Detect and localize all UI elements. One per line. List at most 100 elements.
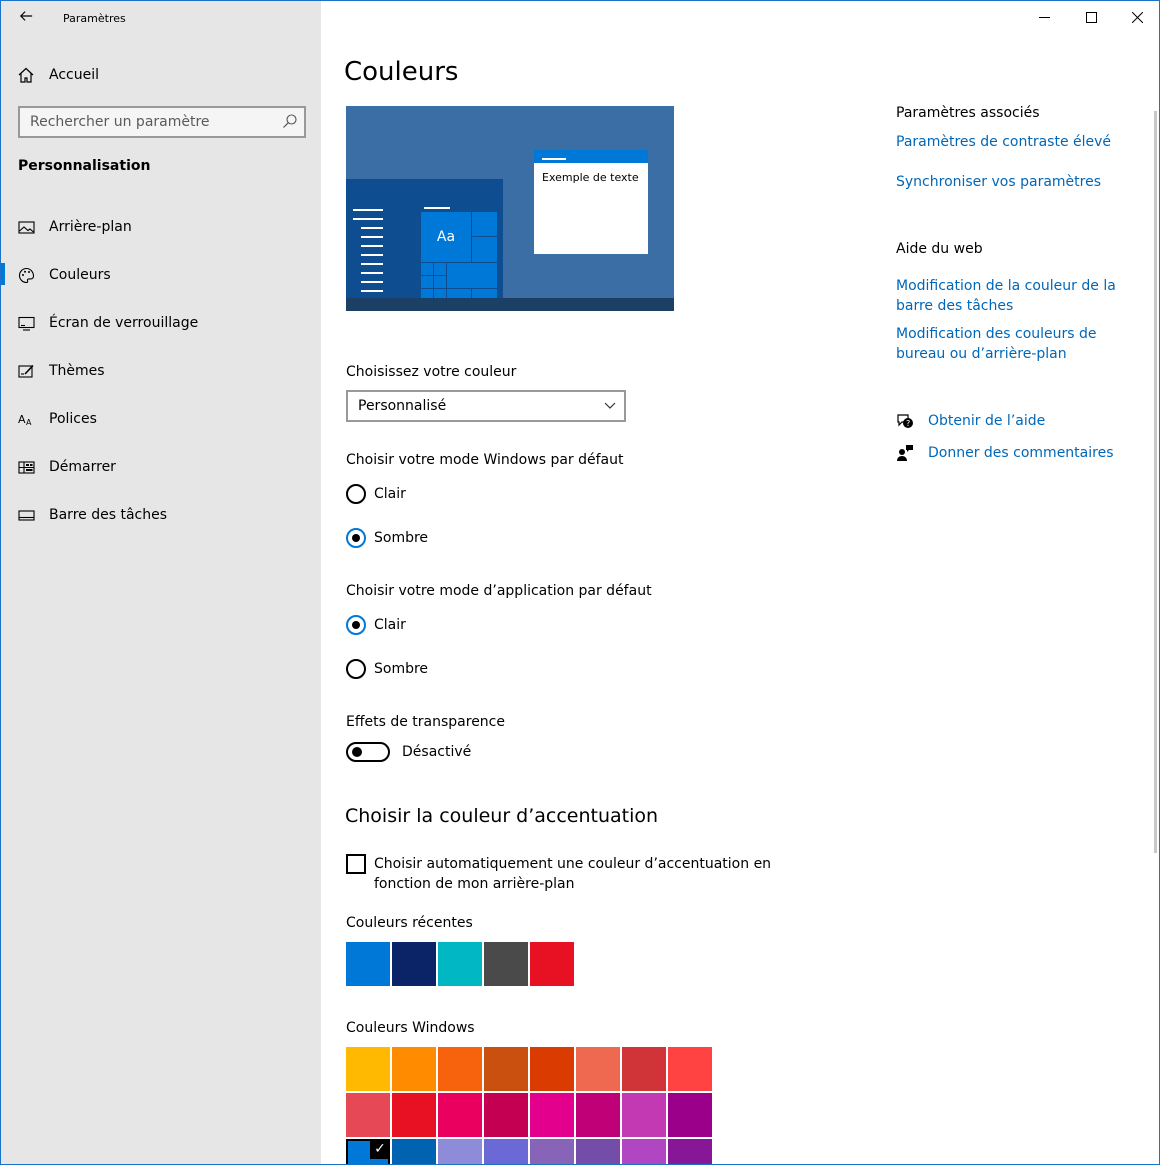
windows-color-swatch[interactable] [438, 1047, 482, 1091]
windows-color-swatch-selected[interactable]: ✓ [346, 1139, 390, 1164]
preview-tile: Aa [421, 212, 471, 262]
recent-color-swatch[interactable] [346, 942, 390, 986]
scrollbar[interactable] [1154, 111, 1157, 853]
windows-color-swatch[interactable] [392, 1139, 436, 1164]
sync-settings-link[interactable]: Synchroniser vos paramètres [896, 172, 1126, 192]
windows-color-swatch[interactable] [346, 1047, 390, 1091]
home-nav-item[interactable]: Accueil [17, 63, 99, 87]
windows-color-swatch[interactable] [484, 1093, 528, 1137]
recent-color-swatch[interactable] [438, 942, 482, 986]
preview-window: Exemple de texte [534, 150, 648, 254]
windows-color-swatch[interactable] [668, 1093, 712, 1137]
windows-color-swatch[interactable] [438, 1139, 482, 1164]
windows-color-swatch[interactable] [576, 1047, 620, 1091]
high-contrast-link[interactable]: Paramètres de contraste élevé [896, 132, 1126, 152]
fonts-icon: AA [18, 413, 32, 427]
desktop-color-help-link[interactable]: Modification des couleurs de bureau ou d… [896, 324, 1126, 364]
settings-window: Paramètres Accueil Personnalisation Arri… [0, 0, 1160, 1165]
radio-circle[interactable] [346, 659, 366, 679]
windows-color-swatch[interactable] [668, 1047, 712, 1091]
radio-circle-selected[interactable] [346, 528, 366, 548]
feedback-link[interactable]: Donner des commentaires [896, 444, 1114, 462]
color-preview: Aa Exemple de texte [346, 106, 674, 311]
sidebar-item-start[interactable]: Démarrer [1, 443, 321, 491]
sidebar-item-label: Barre des tâches [49, 507, 167, 523]
sidebar-item-taskbar[interactable]: Barre des tâches [1, 491, 321, 539]
windows-color-swatch[interactable] [484, 1139, 528, 1164]
windows-color-swatch[interactable] [576, 1093, 620, 1137]
dropdown-value: Personnalisé [358, 398, 447, 414]
windows-color-swatch[interactable] [576, 1139, 620, 1164]
transparency-toggle[interactable] [346, 742, 390, 762]
windows-color-swatch[interactable] [438, 1093, 482, 1137]
themes-icon [18, 364, 34, 378]
get-help-link[interactable]: ? Obtenir de l’aide [896, 412, 1045, 430]
sidebar-item-background[interactable]: Arrière-plan [1, 203, 321, 251]
minimize-icon [1038, 16, 1050, 18]
svg-text:?: ? [906, 419, 910, 428]
sidebar-item-label: Arrière-plan [49, 219, 132, 235]
preview-window-text: Exemple de texte [542, 171, 639, 184]
maximize-icon [1085, 11, 1097, 23]
search-box[interactable] [18, 106, 306, 138]
transparency-label: Effets de transparence [346, 714, 505, 730]
window-title: Paramètres [63, 12, 126, 25]
svg-text:A: A [18, 413, 26, 426]
windows-color-swatch[interactable] [622, 1093, 666, 1137]
app-mode-dark-radio[interactable]: Sombre [346, 659, 428, 679]
recent-colors-label: Couleurs récentes [346, 915, 473, 931]
windows-mode-label: Choisir votre mode Windows par défaut [346, 452, 624, 468]
preview-taskbar [346, 298, 674, 311]
feedback-icon [897, 445, 913, 461]
radio-label: Sombre [374, 530, 429, 546]
back-arrow-icon[interactable] [15, 7, 37, 29]
sidebar-item-fonts[interactable]: AA Polices [1, 395, 321, 443]
auto-accent-label: Choisir automatiquement une couleur d’ac… [374, 856, 772, 892]
search-icon[interactable] [282, 113, 298, 129]
app-mode-label: Choisir votre mode d’application par déf… [346, 583, 652, 599]
checkmark-icon: ✓ [370, 1139, 390, 1159]
sidebar-nav: Arrière-plan Couleurs Écran de verrouill… [1, 203, 321, 539]
maximize-button[interactable] [1068, 1, 1114, 33]
recent-color-swatch[interactable] [484, 942, 528, 986]
radio-circle-selected[interactable] [346, 615, 366, 635]
windows-color-swatch[interactable] [622, 1139, 666, 1164]
svg-text:A: A [26, 418, 32, 427]
accent-section-title: Choisir la couleur d’accentuation [345, 805, 659, 827]
web-help-title: Aide du web [896, 241, 983, 257]
windows-mode-light-radio[interactable]: Clair [346, 484, 406, 504]
page-title: Couleurs [344, 57, 459, 87]
windows-mode-dark-radio[interactable]: Sombre [346, 528, 428, 548]
sidebar-item-label: Écran de verrouillage [49, 315, 199, 331]
sidebar-item-colors[interactable]: Couleurs [1, 251, 321, 299]
windows-color-swatch[interactable] [392, 1093, 436, 1137]
app-mode-light-radio[interactable]: Clair [346, 615, 406, 635]
minimize-button[interactable] [1021, 1, 1067, 33]
windows-color-swatch[interactable] [530, 1093, 574, 1137]
windows-color-swatch[interactable] [484, 1047, 528, 1091]
color-mode-dropdown[interactable]: Personnalisé [346, 390, 626, 422]
sidebar-item-lock-screen[interactable]: Écran de verrouillage [1, 299, 321, 347]
help-chat-icon: ? [897, 414, 913, 428]
windows-color-swatch[interactable] [530, 1047, 574, 1091]
windows-colors-row: ✓ [346, 1139, 714, 1164]
close-button[interactable] [1114, 1, 1159, 33]
auto-accent-checkbox[interactable] [346, 854, 366, 874]
sidebar: Paramètres Accueil Personnalisation Arri… [1, 1, 321, 1164]
sidebar-item-label: Couleurs [49, 267, 111, 283]
recent-color-swatch[interactable] [530, 942, 574, 986]
windows-color-swatch[interactable] [668, 1139, 712, 1164]
windows-color-swatch[interactable] [392, 1047, 436, 1091]
choose-color-label: Choisissez votre couleur [346, 364, 517, 380]
windows-color-swatch[interactable] [530, 1139, 574, 1164]
windows-color-swatch[interactable] [622, 1047, 666, 1091]
taskbar-color-help-link[interactable]: Modification de la couleur de la barre d… [896, 276, 1126, 316]
search-input[interactable] [20, 108, 270, 136]
windows-color-swatch[interactable] [346, 1093, 390, 1137]
recent-color-swatch[interactable] [392, 942, 436, 986]
radio-circle[interactable] [346, 484, 366, 504]
lock-screen-icon [18, 316, 35, 331]
radio-label: Sombre [374, 661, 429, 677]
home-label: Accueil [49, 67, 99, 83]
sidebar-item-themes[interactable]: Thèmes [1, 347, 321, 395]
